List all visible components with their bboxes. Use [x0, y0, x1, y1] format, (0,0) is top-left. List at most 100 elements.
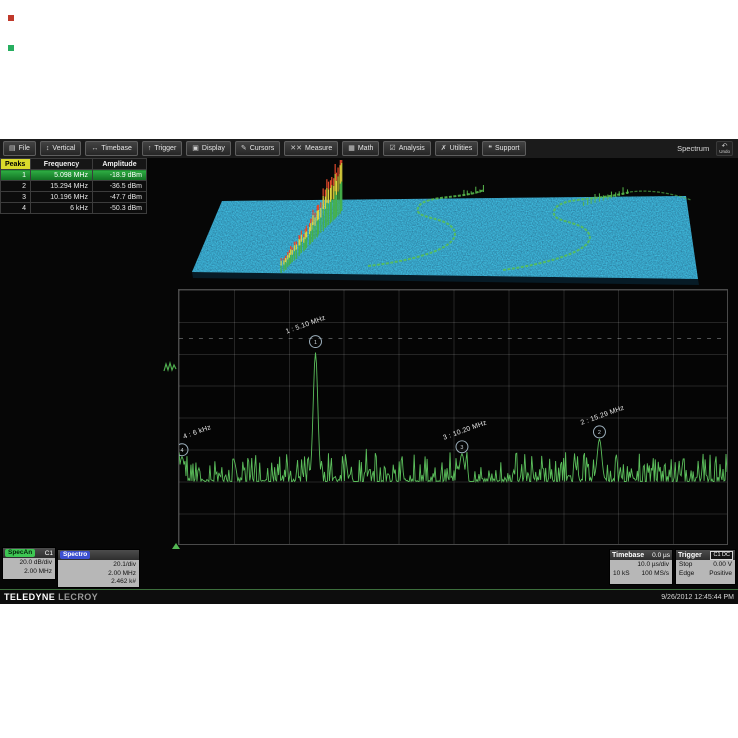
peaks-cell-amplitude: -50.3 dBm	[93, 203, 147, 214]
trigger-slope: Positive	[709, 570, 732, 579]
spectro-count: 2.462 k#	[61, 578, 136, 587]
peak-marker-2[interactable]: 2	[593, 426, 605, 438]
menu-button-math[interactable]: ▦Math	[342, 141, 379, 156]
peak-marker-number: 4	[180, 448, 183, 454]
cursors-icon: ✎	[241, 142, 247, 155]
timebase-scale: 10.0 µs/div	[613, 561, 669, 570]
spectrogram-3d	[175, 160, 735, 288]
menu-button-label: Timebase	[101, 142, 131, 155]
menu-button-label: File	[19, 142, 30, 155]
oscilloscope-screen: ▤File↕Vertical↔Timebase↑Trigger▣Display✎…	[0, 139, 738, 603]
menu-button-utilities[interactable]: ✗Utilities	[435, 141, 478, 156]
menu-button-cursors[interactable]: ✎Cursors	[235, 141, 280, 156]
peak-marker-number: 1	[314, 340, 317, 346]
timebase-samples: 10 kS	[613, 570, 630, 579]
trigger-descriptor[interactable]: Trigger C1 DC Stop 0.00 V Edge Positive	[675, 549, 736, 585]
peak-marker-1[interactable]: 1	[310, 336, 322, 348]
spectro-scale: 20.1/div	[61, 561, 136, 570]
timebase-offset: 0.0 µs	[652, 552, 670, 559]
menu-button-timebase[interactable]: ↔Timebase	[85, 141, 137, 156]
spectro-header: Spectro	[58, 550, 139, 560]
specan-channel: C1	[45, 550, 53, 557]
undo-button[interactable]: ↶ Undo	[716, 141, 733, 157]
menu-button-display[interactable]: ▣Display	[186, 141, 231, 156]
peaks-cell-frequency: 10.196 MHz	[31, 192, 93, 203]
trigger-mode: Stop	[679, 561, 692, 570]
peaks-cell-amplitude: -47.7 dBm	[93, 192, 147, 203]
peak-marker-number: 2	[598, 430, 601, 436]
peak-marker-3[interactable]: 3	[456, 441, 468, 453]
specan-span: 2.00 MHz	[6, 568, 52, 577]
math-icon: ▦	[348, 142, 355, 155]
page: ▤File↕Vertical↔Timebase↑Trigger▣Display✎…	[0, 0, 738, 738]
timebase-icon: ↔	[91, 142, 98, 155]
measure-icon: ✕✕	[290, 142, 302, 155]
menu-button-label: Vertical	[52, 142, 75, 155]
trigger-header: Trigger C1 DC	[676, 550, 735, 560]
peaks-table-row-2[interactable]: 215.294 MHz-36.5 dBm	[1, 181, 147, 192]
menu-button-label: Cursors	[250, 142, 275, 155]
peak-marker-4[interactable]: 4	[179, 444, 188, 456]
spectro-descriptor[interactable]: Spectro 20.1/div 2.00 MHz 2.462 k#	[57, 549, 140, 588]
menu-button-label: Math	[358, 142, 374, 155]
peaks-cell-frequency: 6 kHz	[31, 203, 93, 214]
vertical-icon: ↕	[46, 142, 50, 155]
timebase-rate: 100 MS/s	[642, 570, 669, 579]
spectro-span: 2.00 MHz	[61, 570, 136, 579]
peaks-cell-num: 1	[1, 170, 31, 181]
spectrum-grid: 11 : 5.10 MHz22 : 15.29 MHz33 : 10.20 MH…	[178, 289, 728, 545]
menu-button-label: Display	[202, 142, 225, 155]
display-icon: ▣	[192, 142, 199, 155]
spectro-title: Spectro	[60, 551, 90, 559]
peak-label-4: 4 : 6 kHz	[182, 424, 212, 441]
specan-trace-line	[179, 353, 727, 482]
peaks-table-row-1[interactable]: 15.098 MHz-18.9 dBm	[1, 170, 147, 181]
peaks-table-row-3[interactable]: 310.196 MHz-47.7 dBm	[1, 192, 147, 203]
red-mark	[8, 15, 14, 21]
menu-items: ▤File ↕Vertical ↔Timebase ↑Trigger ▣Display ✎…	[0, 141, 526, 156]
menu-button-analysis[interactable]: ☑ Analysis	[383, 141, 430, 156]
specan-descriptor[interactable]: SpecAn C1 20.0 dB/div 2.00 MHz	[2, 547, 56, 580]
peaks-cell-num: 2	[1, 181, 31, 192]
trigger-icon: ↑	[148, 142, 152, 155]
timebase-descriptor[interactable]: Timebase 0.0 µs 10.0 µs/div 10 kS 100 MS…	[609, 549, 673, 585]
specan-header: SpecAn C1	[3, 548, 55, 558]
peaks-cell-amplitude: -36.5 dBm	[93, 181, 147, 192]
timestamp: 9/26/2012 12:45:44 PM	[661, 594, 738, 601]
menu-bar: ▤File ↕Vertical ↔Timebase ↑Trigger ▣Display ✎…	[0, 139, 738, 158]
brand-teledyne: TELEDYNE	[4, 592, 55, 602]
peak-label-2: 2 : 15.29 MHz	[580, 405, 626, 427]
green-mark	[8, 45, 14, 51]
analysis-icon: ☑	[389, 142, 395, 155]
peaks-cell-frequency: 5.098 MHz	[31, 170, 93, 181]
menu-button-trigger[interactable]: ↑Trigger	[142, 141, 182, 156]
peaks-cell-frequency: 15.294 MHz	[31, 181, 93, 192]
undo-label: Undo	[719, 150, 730, 155]
file-icon: ▤	[9, 142, 16, 155]
peaks-header: Peaks	[1, 159, 31, 170]
menu-button-measure[interactable]: ✕✕Measure	[284, 141, 338, 156]
menu-button-label: Analysis	[399, 142, 425, 155]
menu-button-support[interactable]: ❝Support	[482, 141, 525, 156]
peaks-header-row: Peaks Frequency Amplitude	[1, 159, 147, 170]
specan-title: SpecAn	[5, 549, 35, 557]
menu-button-label: Utilities	[450, 142, 473, 155]
menu-button-file[interactable]: ▤File	[3, 141, 36, 156]
peaks-cell-num: 4	[1, 203, 31, 214]
peaks-table: Peaks Frequency Amplitude 15.098 MHz-18.…	[0, 158, 147, 214]
trigger-title: Trigger	[678, 552, 702, 559]
trace-indicator	[163, 360, 177, 374]
menu-button-label: Trigger	[154, 142, 176, 155]
menu-button-vertical[interactable]: ↕Vertical	[40, 141, 81, 156]
support-icon: ❝	[488, 142, 492, 155]
status-bar: TELEDYNE LECROY 9/26/2012 12:45:44 PM	[0, 589, 738, 604]
trigger-position-indicator	[172, 543, 180, 549]
specan-scale: 20.0 dB/div	[6, 559, 52, 568]
trigger-source-badge: C1 DC	[710, 551, 733, 560]
utilities-icon: ✗	[441, 142, 447, 155]
peaks-table-row-4[interactable]: 46 kHz-50.3 dBm	[1, 203, 147, 214]
mode-label: Spectrum	[677, 144, 709, 153]
brand-lecroy: LECROY	[58, 592, 98, 602]
peak-label-1: 1 : 5.10 MHz	[285, 315, 327, 336]
spectro-noise-texture	[175, 160, 735, 288]
